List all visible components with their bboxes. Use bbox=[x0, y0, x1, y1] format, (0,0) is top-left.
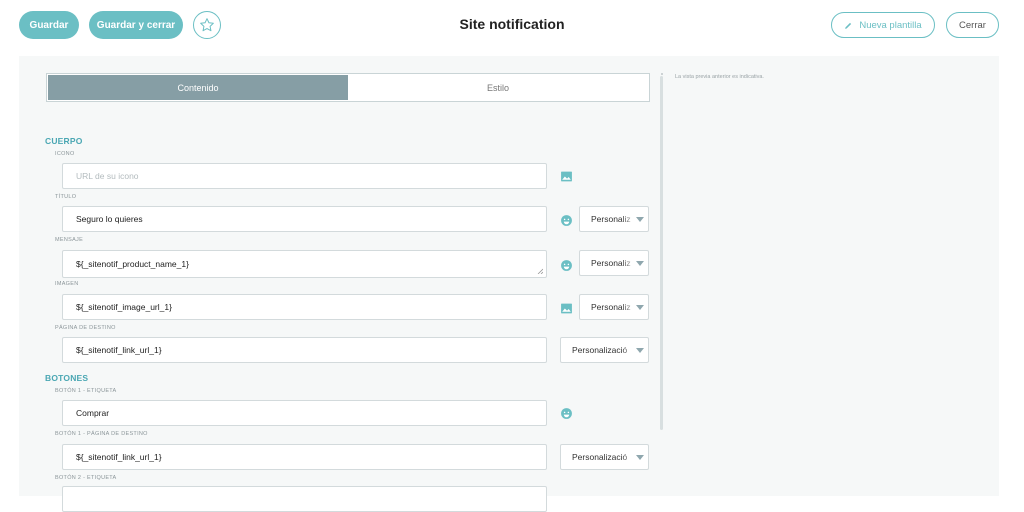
image-icon bbox=[560, 303, 572, 313]
button2-label-input[interactable] bbox=[62, 486, 547, 512]
image-field-label: IMAGEN bbox=[55, 281, 79, 287]
preview-note: La vista previa anterior es indicativa. bbox=[675, 74, 764, 80]
top-bar: Guardar Guardar y cerrar Site notificati… bbox=[0, 0, 1024, 50]
message-textarea[interactable]: ${_sitenotif_product_name_1} bbox=[62, 250, 547, 278]
emoji-icon bbox=[560, 214, 572, 226]
content-editor: Contenido Estilo CUERPO ICONO URL de su … bbox=[19, 56, 665, 512]
button1-label-field-label: BOTÓN 1 - ETIQUETA bbox=[55, 388, 117, 394]
landing-url-input[interactable]: ${_sitenotif_link_url_1} bbox=[62, 337, 547, 363]
message-personalization-select[interactable]: Personaliz bbox=[579, 250, 649, 276]
image-picker-button[interactable] bbox=[559, 169, 573, 183]
scroll-up-indicator bbox=[661, 73, 663, 75]
button1-landing-personalization-select[interactable]: Personalizació bbox=[560, 444, 649, 470]
tab-bar: Contenido Estilo bbox=[46, 73, 650, 102]
button1-label-input[interactable]: Comprar bbox=[62, 400, 547, 426]
image-picker-button[interactable] bbox=[559, 301, 573, 315]
message-field-label: MENSAJE bbox=[55, 237, 84, 243]
landing-field-label: PÁGINA DE DESTINO bbox=[55, 325, 116, 331]
title-emoji-button[interactable] bbox=[559, 213, 573, 227]
button1-landing-input[interactable]: ${_sitenotif_link_url_1} bbox=[62, 444, 547, 470]
landing-personalization-select[interactable]: Personalizació bbox=[560, 337, 649, 363]
pencil-icon bbox=[845, 22, 852, 29]
title-personalization-select[interactable]: Personaliz bbox=[579, 206, 649, 232]
title-field-label: TÍTULO bbox=[55, 194, 77, 200]
title-input[interactable]: Seguro lo quieres bbox=[62, 206, 547, 232]
image-icon bbox=[560, 171, 572, 181]
section-title-buttons: BOTONES bbox=[45, 373, 89, 383]
editor-panel: Contenido Estilo CUERPO ICONO URL de su … bbox=[19, 56, 999, 512]
section-title-body: CUERPO bbox=[45, 136, 83, 146]
caret-down-icon bbox=[636, 305, 644, 310]
caret-down-icon bbox=[636, 217, 644, 222]
resize-grip-icon[interactable] bbox=[537, 268, 543, 274]
caret-down-icon bbox=[636, 348, 644, 353]
icon-field-label: ICONO bbox=[55, 151, 75, 157]
button1-landing-field-label: BOTÓN 1 - PÁGINA DE DESTINO bbox=[55, 431, 148, 437]
tab-content[interactable]: Contenido bbox=[48, 75, 348, 100]
message-emoji-button[interactable] bbox=[559, 258, 573, 272]
emoji-icon bbox=[560, 407, 572, 419]
emoji-icon bbox=[560, 259, 572, 271]
new-template-button[interactable]: Nueva plantilla bbox=[831, 12, 935, 38]
landing-personalization-value: Personalizació bbox=[572, 345, 628, 355]
caret-down-icon bbox=[636, 455, 644, 460]
icon-url-input[interactable]: URL de su icono bbox=[62, 163, 547, 189]
editor-scrollbar[interactable] bbox=[660, 76, 663, 430]
button2-label-field-label: BOTÓN 2 - ETIQUETA bbox=[55, 475, 117, 481]
button1-landing-personalization-value: Personalizació bbox=[572, 452, 628, 462]
tab-style[interactable]: Estilo bbox=[348, 75, 648, 100]
new-template-label: Nueva plantilla bbox=[859, 19, 922, 31]
caret-down-icon bbox=[636, 261, 644, 266]
button1-emoji-button[interactable] bbox=[559, 406, 573, 420]
image-url-input[interactable]: ${_sitenotif_image_url_1} bbox=[62, 294, 547, 320]
image-personalization-select[interactable]: Personaliz bbox=[579, 294, 649, 320]
message-value: ${_sitenotif_product_name_1} bbox=[76, 259, 189, 269]
close-button[interactable]: Cerrar bbox=[946, 12, 999, 38]
